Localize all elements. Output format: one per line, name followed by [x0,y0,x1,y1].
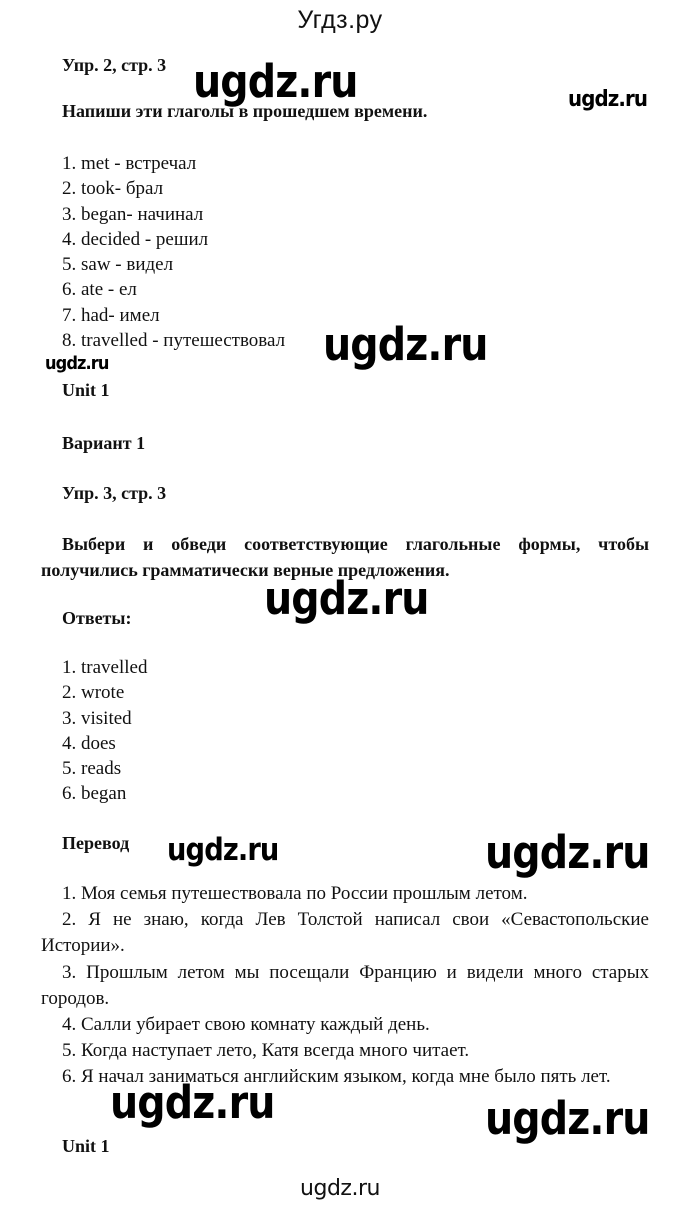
list-item: 5. reads [62,758,122,780]
exercise-3-heading: Упр. 3, стр. 3 [62,483,167,503]
translation-item: 1. Моя семья путешествовала по России пр… [62,883,528,904]
exercise-2-heading: Упр. 2, стр. 3 [62,55,167,75]
exercise-2-list: 1. met - встречал 2. took- брал 3. began… [62,151,285,353]
list-item: 4. decided - решил [62,228,209,250]
translation-item: 3. Прошлым летом мы посещали Францию и в… [41,961,649,1009]
watermark: ugdz.ru [45,353,109,374]
translation-item: 4. Салли убирает свою комнату каждый ден… [62,1014,430,1036]
answers-label: Ответы: [62,608,132,628]
list-item: 3. visited [62,707,132,729]
watermark: ugdz.ru [167,832,279,868]
list-item: 8. travelled - путешествовал [62,330,286,352]
translation-list: 1. Моя семья путешествовала по России пр… [41,881,649,1091]
watermark: ugdz.ru [568,87,648,112]
list-item: 7. had- имел [62,304,160,326]
footer-watermark: ugdz.ru [300,1176,380,1201]
variant-label: Вариант 1 [62,433,146,453]
translation-item: 5. Когда наступает лето, Катя всегда мно… [62,1040,470,1062]
unit-label: Unit 1 [62,380,110,400]
list-item: 1. travelled [62,657,148,678]
list-item: 2. took- брал [62,178,164,200]
site-title: Угдз.ру [297,6,383,34]
watermark: ugdz.ru [110,1076,275,1129]
list-item: 1. met - встречал [62,153,197,174]
list-item: 5. saw - видел [62,254,174,276]
watermark: ugdz.ru [485,826,650,879]
list-item: 3. began- начинал [62,203,204,225]
list-item: 6. ate - ел [62,279,137,301]
answers-list: 1. travelled 2. wrote 3. visited 4. does… [62,655,147,807]
watermark: ugdz.ru [193,55,358,108]
translation-label: Перевод [62,833,130,853]
list-item: 4. does [62,732,116,754]
translation-item: 2. Я не знаю, когда Лев Толстой написал … [41,909,649,957]
watermark: ugdz.ru [264,572,429,625]
watermark: ugdz.ru [323,318,488,371]
list-item: 6. began [62,783,127,805]
list-item: 2. wrote [62,682,125,704]
unit-label: Unit 1 [62,1136,110,1156]
watermark: ugdz.ru [485,1092,650,1145]
